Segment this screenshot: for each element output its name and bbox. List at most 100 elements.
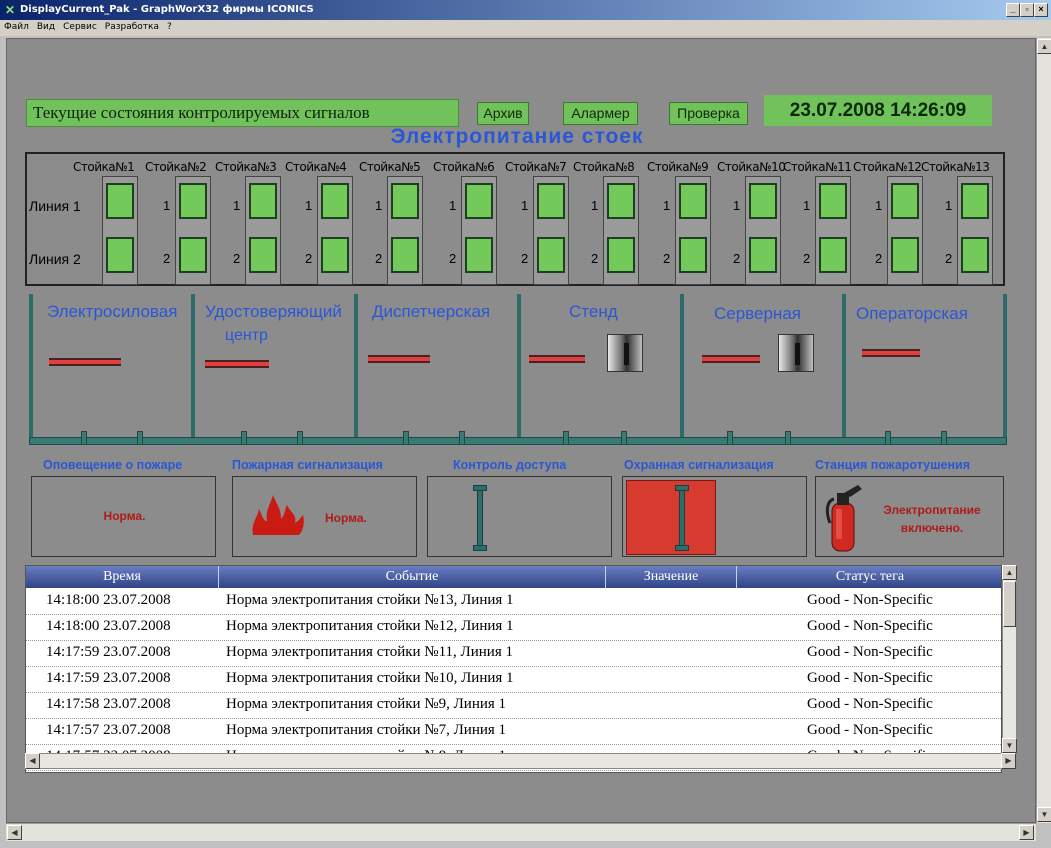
menu-development[interactable]: Разработка [101, 20, 163, 32]
extinguish-station-panel[interactable]: Электропитание включено. [815, 476, 1004, 557]
alarmer-button[interactable]: Алармер [563, 102, 638, 125]
power-line-indicator[interactable] [537, 183, 565, 219]
menu-file[interactable]: Файл [0, 20, 33, 32]
power-line-indicator[interactable] [749, 183, 777, 219]
fire-alarm-panel[interactable]: Норма. [232, 476, 417, 557]
power-line-indicator[interactable] [961, 237, 989, 273]
table-vertical-scrollbar[interactable]: ▲ ▼ [1002, 565, 1017, 753]
power-line-indicator[interactable] [321, 237, 349, 273]
line-number: 1 [663, 198, 671, 213]
power-line-indicator[interactable] [106, 183, 134, 219]
power-line-indicator[interactable] [961, 183, 989, 219]
power-line-indicator[interactable] [179, 237, 207, 273]
power-line-indicator[interactable] [891, 183, 919, 219]
room-power[interactable]: Электросиловая [29, 294, 191, 443]
table-row[interactable]: 14:18:00 23.07.2008 Норма электропитания … [26, 615, 1001, 641]
wall-post [137, 431, 143, 445]
power-line-indicator[interactable] [749, 237, 777, 273]
power-line-indicator[interactable] [321, 183, 349, 219]
power-line-indicator[interactable] [679, 237, 707, 273]
scroll-down-button[interactable]: ▼ [1037, 807, 1051, 822]
status-caption: Текущие состояния контролируемых сигнало… [26, 99, 459, 127]
power-line-indicator[interactable] [391, 183, 419, 219]
maximize-button[interactable]: ▫ [1020, 3, 1034, 17]
minimize-button[interactable]: _ [1006, 3, 1020, 17]
column-header-event[interactable]: Событие [219, 566, 606, 588]
scroll-down-button[interactable]: ▼ [1002, 738, 1017, 753]
rack[interactable] [675, 176, 711, 285]
scroll-up-button[interactable]: ▲ [1037, 39, 1051, 54]
column-header-tag-status[interactable]: Статус тега [737, 566, 1001, 588]
scroll-right-button[interactable]: ▶ [1001, 753, 1016, 769]
scroll-right-button[interactable]: ▶ [1019, 825, 1034, 840]
menu-service[interactable]: Сервис [59, 20, 101, 32]
power-line-indicator[interactable] [679, 183, 707, 219]
scroll-left-button[interactable]: ◀ [7, 825, 22, 840]
rack[interactable] [957, 176, 993, 285]
table-row[interactable]: 14:18:00 23.07.2008 Норма электропитания … [26, 589, 1001, 615]
cell-status: Good - Non-Specific [807, 696, 933, 712]
rack[interactable] [603, 176, 639, 285]
rack[interactable] [461, 176, 497, 285]
scroll-up-button[interactable]: ▲ [1002, 565, 1017, 580]
room-server[interactable]: Серверная [680, 294, 842, 443]
power-line-indicator[interactable] [179, 183, 207, 219]
rack[interactable] [102, 176, 138, 285]
rack[interactable] [387, 176, 423, 285]
line-number: 2 [521, 251, 529, 266]
rack[interactable] [887, 176, 923, 285]
table-row[interactable]: 14:17:57 23.07.2008 Норма электропитания … [26, 719, 1001, 745]
close-button[interactable]: × [1034, 3, 1048, 17]
door-icon [778, 334, 814, 372]
scroll-left-button[interactable]: ◀ [25, 753, 40, 769]
line-number: 1 [803, 198, 811, 213]
scroll-thumb[interactable] [1003, 581, 1016, 627]
fire-alert-panel[interactable]: Норма. [31, 476, 216, 557]
rack[interactable] [245, 176, 281, 285]
check-button[interactable]: Проверка [669, 102, 748, 125]
room-dispatch[interactable]: Диспетчерская [354, 294, 517, 443]
power-line-indicator[interactable] [607, 237, 635, 273]
table-row[interactable]: 14:17:59 23.07.2008 Норма электропитания … [26, 667, 1001, 693]
menu-view[interactable]: Вид [33, 20, 59, 32]
rack-name: Стойка№3 [215, 160, 277, 174]
flame-icon [252, 495, 304, 535]
access-control-panel[interactable] [427, 476, 612, 557]
power-line-indicator[interactable] [465, 237, 493, 273]
rack[interactable] [317, 176, 353, 285]
cell-event: Норма электропитания стойки №11, Линия 1 [226, 644, 513, 660]
line-number: 2 [305, 251, 313, 266]
power-line-indicator[interactable] [106, 237, 134, 273]
title-bar[interactable]: ✕ DisplayCurrent_Pak - GraphWorX32 фирмы… [0, 0, 1051, 20]
room-stand[interactable]: Стенд [517, 294, 680, 443]
rack[interactable] [175, 176, 211, 285]
power-line-indicator[interactable] [607, 183, 635, 219]
security-alarm-panel[interactable] [622, 476, 807, 557]
table-row[interactable]: 14:17:58 23.07.2008 Норма электропитания … [26, 693, 1001, 719]
power-line-indicator[interactable] [891, 237, 919, 273]
column-header-value[interactable]: Значение [606, 566, 737, 588]
column-header-time[interactable]: Время [26, 566, 219, 588]
rack[interactable] [815, 176, 851, 285]
power-line-indicator[interactable] [537, 237, 565, 273]
table-horizontal-scrollbar[interactable]: ◀ ▶ [25, 753, 1017, 769]
power-line-indicator[interactable] [249, 237, 277, 273]
archive-button[interactable]: Архив [477, 102, 529, 125]
menu-help[interactable]: ? [163, 20, 176, 32]
room-name: Серверная [714, 304, 801, 323]
room-cert-center[interactable]: Удостоверяющий центр [191, 294, 354, 443]
wall-post [81, 431, 87, 445]
table-row[interactable]: 14:17:59 23.07.2008 Норма электропитания … [26, 641, 1001, 667]
power-line-indicator[interactable] [819, 183, 847, 219]
power-line-indicator[interactable] [249, 183, 277, 219]
power-line-indicator[interactable] [391, 237, 419, 273]
room-operator[interactable]: Операторская [842, 294, 1007, 443]
rack[interactable] [745, 176, 781, 285]
power-line-indicator[interactable] [465, 183, 493, 219]
cell-status: Good - Non-Specific [807, 592, 933, 608]
cell-status: Good - Non-Specific [807, 644, 933, 660]
rack[interactable] [533, 176, 569, 285]
window-vertical-scrollbar[interactable]: ▲ ▼ [1036, 38, 1051, 823]
power-line-indicator[interactable] [819, 237, 847, 273]
window-horizontal-scrollbar[interactable]: ◀ ▶ [6, 823, 1036, 841]
